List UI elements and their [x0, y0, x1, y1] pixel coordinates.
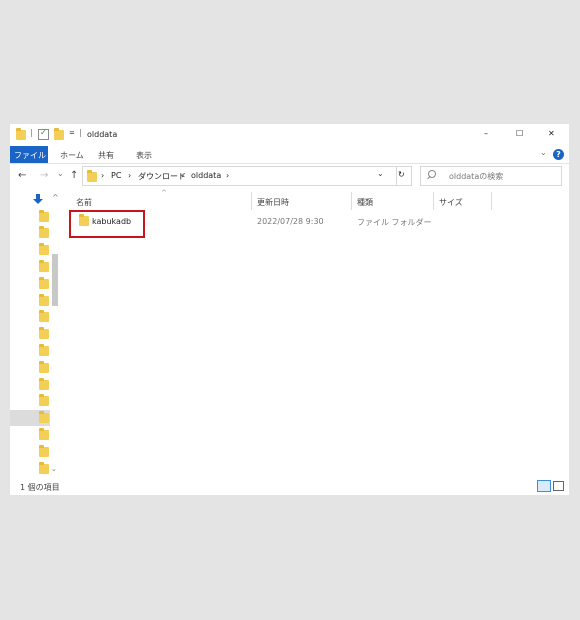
breadcrumb-separator: › [101, 171, 105, 180]
tab-file-label: ファイル [14, 151, 46, 160]
column-divider[interactable] [491, 192, 492, 210]
back-button[interactable]: ← [18, 170, 26, 181]
column-modified[interactable]: 更新日時 [257, 197, 289, 208]
navigation-pane: ^ ⌄ [10, 190, 62, 478]
address-dropdown-button[interactable]: ⌄ [377, 169, 384, 178]
window-title: olddata [87, 130, 118, 139]
nav-folder-icon[interactable] [39, 361, 49, 373]
customize-quick-access-icon[interactable]: = [69, 129, 75, 137]
large-icons-icon[interactable] [553, 481, 564, 491]
column-divider[interactable] [433, 192, 434, 210]
highlight-box [69, 210, 145, 238]
details-view-icon[interactable] [537, 480, 551, 492]
refresh-button[interactable]: ↻ [393, 166, 412, 186]
tab-share[interactable]: 共有 [98, 150, 114, 161]
separator: | [79, 128, 82, 137]
nav-folder-icon[interactable] [39, 226, 49, 238]
maximize-button[interactable]: ☐ [516, 129, 523, 138]
nav-folder-icon[interactable] [39, 378, 49, 390]
nav-folder-icon[interactable] [39, 327, 49, 339]
nav-folder-icon[interactable] [39, 428, 49, 440]
separator: | [30, 128, 33, 137]
pin-arrow-icon [33, 194, 43, 204]
new-folder-icon[interactable] [54, 128, 64, 140]
address-bar[interactable]: › PC › ダウンロード › olddata › ⌄ [82, 166, 397, 186]
file-type: ファイル フォルダー [357, 218, 432, 227]
help-icon[interactable]: ? [553, 149, 564, 160]
column-size[interactable]: サイズ [439, 197, 463, 208]
close-button[interactable]: ✕ [548, 129, 555, 138]
tab-view[interactable]: 表示 [136, 150, 152, 161]
recent-locations-button[interactable]: ⌄ [57, 169, 64, 178]
column-name[interactable]: 名前 [76, 197, 92, 208]
column-sort-indicator: ^ [161, 189, 167, 197]
checkbox-icon[interactable]: ✓ [38, 128, 49, 140]
nav-folder-icon[interactable] [39, 260, 49, 272]
status-bar: 1 個の項目 [10, 478, 569, 495]
search-placeholder: olddataの検索 [449, 172, 504, 181]
folder-icon [16, 128, 26, 140]
minimize-button[interactable]: – [484, 129, 488, 138]
column-divider[interactable] [251, 192, 252, 210]
collapse-ribbon-icon[interactable]: ⌄ [540, 148, 547, 157]
explorer-window: | ✓ = | olddata – ☐ ✕ ファイル ホーム 共有 表示 ⌄ ?… [10, 124, 569, 495]
refresh-icon: ↻ [398, 170, 405, 179]
ribbon: ファイル ホーム 共有 表示 ⌄ ? [10, 146, 569, 164]
title-bar: | ✓ = | olddata – ☐ ✕ [10, 124, 569, 146]
breadcrumb-separator: › [128, 171, 132, 180]
file-modified: 2022/07/28 9:30 [257, 217, 324, 226]
folder-icon [87, 170, 97, 182]
breadcrumb-downloads[interactable]: ダウンロード [138, 171, 186, 182]
navigation-bar: ← → ⌄ ↑ › PC › ダウンロード › olddata › ⌄ ↻ ol… [10, 164, 569, 188]
nav-scrollbar-thumb[interactable] [52, 254, 58, 306]
tab-file[interactable]: ファイル [10, 146, 48, 163]
breadcrumb-olddata[interactable]: olddata [191, 171, 221, 180]
item-count: 1 個の項目 [20, 483, 60, 492]
nav-folder-icon[interactable] [39, 445, 49, 457]
breadcrumb-pc[interactable]: PC [111, 171, 121, 180]
nav-folder-icon[interactable] [39, 462, 49, 474]
nav-folder-icon[interactable] [39, 294, 49, 306]
nav-folder-icon[interactable] [39, 394, 49, 406]
column-divider[interactable] [351, 192, 352, 210]
breadcrumb-separator: › [226, 171, 230, 180]
column-header: ^ 名前 更新日時 種類 サイズ [68, 189, 558, 210]
tab-home[interactable]: ホーム [60, 150, 84, 161]
nav-folder-icon[interactable] [39, 310, 49, 322]
search-box[interactable]: olddataの検索 [420, 166, 562, 186]
nav-folder-icon[interactable] [39, 277, 49, 289]
nav-folder-icon[interactable] [39, 411, 49, 423]
scroll-up-arrow[interactable]: ^ [52, 193, 59, 202]
nav-folder-icon[interactable] [39, 344, 49, 356]
nav-folder-icon[interactable] [39, 243, 49, 255]
breadcrumb-separator: › [181, 171, 185, 180]
up-button[interactable]: ↑ [70, 170, 78, 181]
scroll-down-arrow[interactable]: ⌄ [51, 465, 57, 473]
column-type[interactable]: 種類 [357, 197, 373, 208]
nav-folder-icon[interactable] [39, 210, 49, 222]
forward-button[interactable]: → [40, 170, 48, 181]
